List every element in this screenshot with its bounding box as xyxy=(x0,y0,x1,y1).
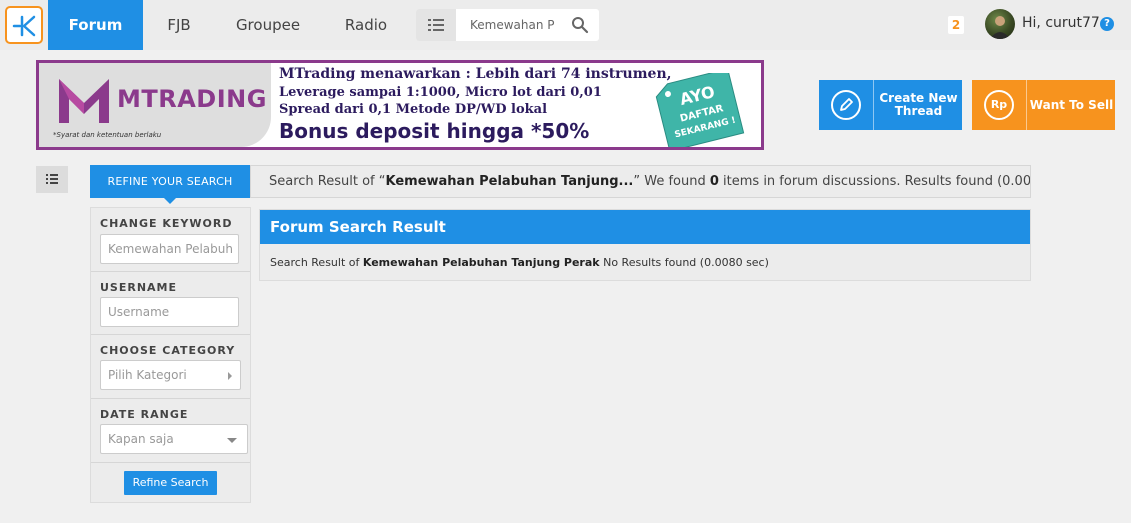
banner-terms: *Syarat dan ketentuan berlaku xyxy=(53,131,162,139)
username-title: USERNAME xyxy=(100,281,178,294)
forum-search-result-message: Search Result of Kemewahan Pelabuhan Tan… xyxy=(270,256,769,269)
want-to-sell-label: Want To Sell xyxy=(1029,97,1114,112)
tab-groupee[interactable]: Groupee xyxy=(215,0,321,50)
notification-badge[interactable]: 2 xyxy=(948,16,964,34)
help-icon[interactable]: ? xyxy=(1100,17,1114,31)
banner-bonus: Bonus deposit hingga *50% xyxy=(279,119,590,143)
sidebar-toggle-button[interactable] xyxy=(36,166,68,193)
list-icon xyxy=(46,174,58,184)
category-select[interactable]: Pilih Kategori xyxy=(100,360,241,390)
search-input[interactable] xyxy=(456,9,560,41)
banner-line-3: Spread dari 0,1 Metode DP/WD lokal xyxy=(279,102,548,117)
keyword-title: CHANGE KEYWORD xyxy=(100,217,233,230)
banner-brand-name: MTRADING xyxy=(117,85,267,113)
list-icon xyxy=(428,19,444,31)
tab-fjb[interactable]: FJB xyxy=(143,0,215,50)
banner-line-1: MTrading menawarkan : Lebih dari 74 inst… xyxy=(279,66,672,82)
refine-search-tab-label: REFINE YOUR SEARCH xyxy=(107,175,233,188)
result-message-suffix: No Results found (0.0080 sec) xyxy=(599,256,769,269)
kaskus-logo-icon[interactable] xyxy=(5,6,43,44)
summary-count: 0 xyxy=(709,174,719,189)
want-to-sell-button[interactable]: Rp Want To Sell xyxy=(972,80,1115,130)
rupiah-icon: Rp xyxy=(984,90,1014,120)
mtrading-banner-ad[interactable]: MTRADING *Syarat dan ketentuan berlaku M… xyxy=(36,60,764,150)
want-to-sell-icon-cell: Rp xyxy=(972,80,1027,130)
search-bar xyxy=(416,9,599,41)
search-result-summary: Search Result of “Kemewahan Pelabuhan Ta… xyxy=(250,165,1031,198)
summary-query: Kemewahan Pelabuhan Tanjung... xyxy=(385,174,634,189)
search-category-button[interactable] xyxy=(416,9,456,41)
date-range-title: DATE RANGE xyxy=(100,408,189,421)
date-range-section: DATE RANGE Kapan saja xyxy=(91,399,250,463)
search-icon[interactable] xyxy=(571,16,589,38)
category-select-value: Pilih Kategori xyxy=(108,368,187,382)
create-thread-button[interactable]: Create New Thread xyxy=(819,80,962,130)
pencil-icon xyxy=(831,90,861,120)
refine-search-button[interactable]: Refine Search xyxy=(124,471,217,495)
chevron-down-icon xyxy=(227,438,237,443)
refine-sidebar: CHANGE KEYWORD Kemewahan Pelabuh USERNAM… xyxy=(90,207,251,503)
create-thread-label-line2: Thread xyxy=(894,104,943,118)
keyword-section: CHANGE KEYWORD Kemewahan Pelabuh xyxy=(91,208,250,272)
banner-line-2: Leverage sampai 1:1000, Micro lot dari 0… xyxy=(279,85,602,100)
chevron-right-icon xyxy=(228,372,232,380)
avatar[interactable] xyxy=(985,9,1015,39)
summary-prefix: Search Result of “ xyxy=(269,174,386,189)
tab-radio[interactable]: Radio xyxy=(321,0,411,50)
user-greeting[interactable]: Hi, curut77 xyxy=(1022,15,1100,31)
keyword-input[interactable]: Kemewahan Pelabuh xyxy=(100,234,239,264)
category-title: CHOOSE CATEGORY xyxy=(100,344,236,357)
date-range-value: Kapan saja xyxy=(108,432,174,446)
refine-tab-notch xyxy=(164,198,176,204)
forum-search-result-panel: Forum Search Result Search Result of Kem… xyxy=(259,209,1031,281)
date-range-select[interactable]: Kapan saja xyxy=(100,424,248,454)
username-section: USERNAME Username xyxy=(91,272,250,335)
result-message-prefix: Search Result of xyxy=(270,256,363,269)
username-input[interactable]: Username xyxy=(100,297,239,327)
forum-search-result-heading: Forum Search Result xyxy=(260,210,1030,244)
result-message-query: Kemewahan Pelabuhan Tanjung Perak xyxy=(362,256,600,269)
refine-search-tab[interactable]: REFINE YOUR SEARCH xyxy=(90,165,250,204)
top-navbar: Forum FJB Groupee Radio 2 Hi, curut77 ? xyxy=(0,0,1131,50)
price-tag-icon: AYO DAFTAR SEKARANG ! xyxy=(655,73,745,147)
tab-forum[interactable]: Forum xyxy=(48,0,143,50)
create-thread-label: Create New Thread xyxy=(875,80,962,130)
category-section: CHOOSE CATEGORY Pilih Kategori xyxy=(91,335,250,399)
summary-suffix: items in forum discussions. Results foun… xyxy=(723,174,1031,189)
create-thread-icon-cell xyxy=(819,80,874,130)
mtrading-logo-icon xyxy=(59,79,109,123)
summary-mid: ” We found xyxy=(633,174,710,189)
